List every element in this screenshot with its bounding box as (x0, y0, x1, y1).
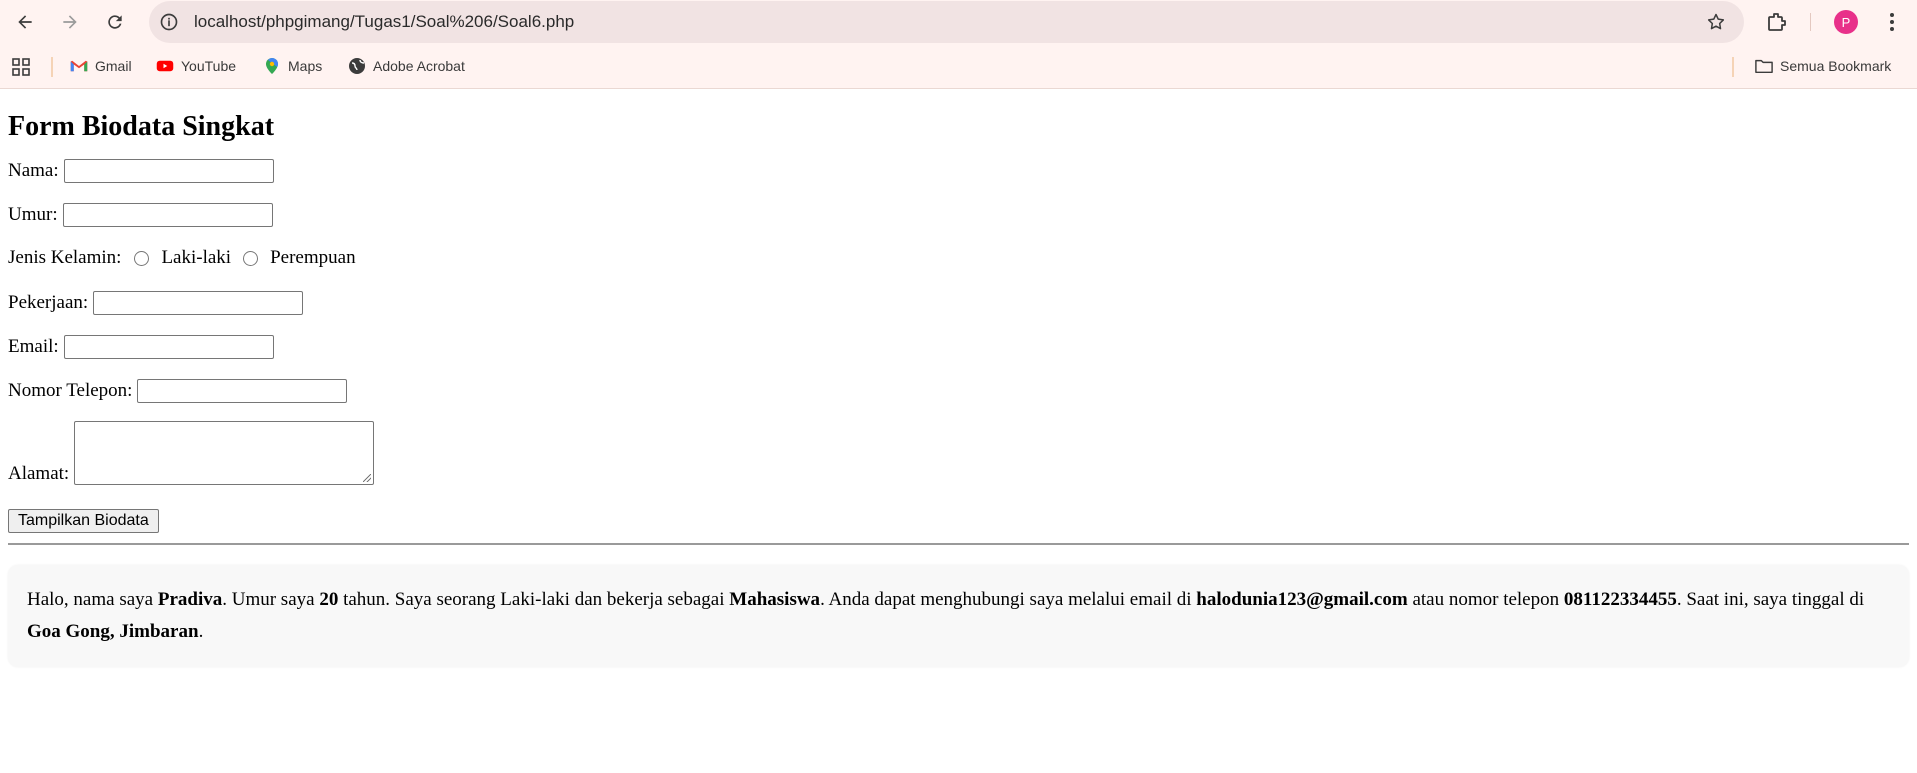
laki-laki-label: Laki-laki (161, 247, 232, 268)
result-nama: Pradiva (157, 589, 223, 610)
umur-label: Umur: (8, 204, 58, 225)
pekerjaan-label: Pekerjaan: (8, 292, 89, 313)
bookmark-adobe-acrobat[interactable]: Adobe Acrobat (348, 56, 465, 76)
result-text-4: . Anda dapat menghubungi saya melalui em… (820, 589, 1197, 610)
alamat-textarea[interactable] (74, 421, 375, 485)
gmail-icon (70, 60, 88, 72)
url-text[interactable]: localhost/phpgimang/Tugas1/Soal%206/Soal… (194, 12, 574, 32)
result-text-1: Halo, nama saya (27, 589, 158, 610)
telepon-row: Nomor Telepon: (8, 379, 1909, 403)
bookmark-maps-label: Maps (288, 58, 323, 74)
maps-pin-icon (266, 58, 278, 74)
forward-icon[interactable] (54, 6, 86, 38)
email-row: Email: (8, 335, 1909, 359)
nama-input[interactable] (63, 159, 274, 183)
globe-icon (349, 58, 365, 74)
laki-laki-radio[interactable] (134, 250, 150, 266)
bookmarks-right-divider (1732, 57, 1734, 77)
page-title: Form Biodata Singkat (8, 111, 275, 142)
folder-icon (1755, 59, 1773, 74)
bookmark-youtube-label: YouTube (181, 58, 237, 74)
bookmark-gmail-label: Gmail (95, 58, 132, 74)
extensions-icon[interactable] (1765, 10, 1789, 34)
result-text-2: . Umur saya (222, 589, 320, 610)
menu-icon[interactable] (1880, 10, 1904, 34)
address-bar[interactable]: localhost/phpgimang/Tugas1/Soal%206/Soal… (149, 1, 1744, 43)
nama-row: Nama: (8, 159, 1909, 183)
perempuan-label: Perempuan (270, 247, 356, 268)
bookmark-adobe-acrobat-label: Adobe Acrobat (373, 58, 465, 74)
telepon-label: Nomor Telepon: (8, 380, 133, 401)
site-info-icon[interactable] (159, 12, 179, 32)
pekerjaan-input[interactable] (93, 291, 304, 315)
resize-grip-icon[interactable] (363, 474, 372, 482)
result-text-3: tahun. Saya seorang Laki-laki dan bekerj… (338, 589, 730, 610)
bookmark-youtube[interactable]: YouTube (156, 56, 236, 76)
pekerjaan-row: Pekerjaan: (8, 291, 1909, 315)
bookmark-maps[interactable]: Maps (263, 56, 322, 76)
telepon-input[interactable] (137, 379, 348, 403)
youtube-icon (156, 60, 174, 72)
result-text-7: . (198, 621, 204, 642)
tampilkan-biodata-button[interactable]: Tampilkan Biodata (8, 509, 159, 533)
result-email: halodunia123@gmail.com (1196, 589, 1408, 610)
nama-label: Nama: (8, 160, 59, 181)
bookmarks-divider (51, 57, 53, 77)
bookmarks-bar: Gmail YouTube Maps Adobe Acrobat Semua B… (0, 44, 1917, 89)
browser-toolbar: localhost/phpgimang/Tugas1/Soal%206/Soal… (0, 0, 1917, 44)
back-icon[interactable] (9, 6, 41, 38)
all-bookmarks-button[interactable]: Semua Bookmark (1755, 56, 1891, 76)
result-text-5: atau nomor telepon (1407, 589, 1564, 610)
alamat-row: Alamat: (8, 421, 1909, 485)
result-telepon: 081122334455 (1563, 589, 1677, 610)
result-pekerjaan: Mahasiswa (729, 589, 821, 610)
result-text-6: . Saat ini, saya tinggal di (1676, 589, 1865, 610)
alamat-label: Alamat: (8, 463, 70, 484)
page-content: Form Biodata Singkat Nama: Umur: Jenis K… (0, 111, 1917, 667)
profile-avatar[interactable]: P (1834, 10, 1858, 34)
result-alamat: Goa Gong, Jimbaran (27, 621, 199, 642)
reload-icon[interactable] (99, 6, 131, 38)
all-bookmarks-label: Semua Bookmark (1780, 58, 1892, 74)
email-label: Email: (8, 336, 59, 357)
jenis-kelamin-label: Jenis Kelamin: (8, 247, 122, 268)
umur-row: Umur: (8, 203, 1909, 227)
result-umur: 20 (319, 589, 339, 610)
jenis-kelamin-row: Jenis Kelamin: Laki-laki Perempuan (8, 247, 1909, 269)
divider (8, 543, 1909, 545)
apps-grid-icon[interactable] (12, 58, 30, 76)
bookmark-gmail[interactable]: Gmail (70, 56, 132, 76)
bookmark-star-icon[interactable] (1706, 12, 1726, 32)
umur-input[interactable] (62, 203, 273, 227)
email-input[interactable] (63, 335, 274, 359)
toolbar-divider (1810, 13, 1811, 31)
perempuan-radio[interactable] (243, 250, 259, 266)
biodata-result: Halo, nama saya Pradiva. Umur saya 20 ta… (8, 565, 1909, 667)
